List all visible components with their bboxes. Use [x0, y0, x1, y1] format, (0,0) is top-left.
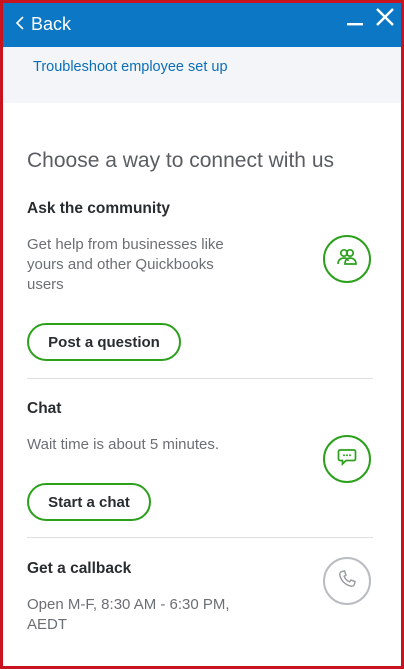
- callback-desc-line-2: AEDT: [27, 616, 68, 633]
- window-controls: [347, 7, 395, 32]
- callback-desc-line-1: Open M-F, 8:30 AM - 6:30 PM,: [27, 596, 230, 613]
- page-title: Choose a way to connect with us: [27, 149, 335, 172]
- start-chat-label: Start a chat: [48, 493, 130, 511]
- start-chat-button[interactable]: Start a chat: [27, 483, 151, 521]
- chat-description: Wait time is about 5 minutes.: [27, 436, 220, 453]
- close-icon: [375, 7, 395, 32]
- chat-section: Chat: [27, 400, 373, 418]
- minimize-button[interactable]: [347, 7, 363, 32]
- callback-section: Get a callback: [27, 560, 373, 578]
- community-button-icon[interactable]: [323, 235, 371, 283]
- chat-bubble-icon: [337, 448, 357, 471]
- divider: [27, 378, 373, 379]
- chevron-left-icon: [15, 14, 25, 35]
- callback-description: Open M-F, 8:30 AM - 6:30 PM, AEDT: [27, 595, 373, 635]
- community-section: Ask the community: [27, 200, 373, 218]
- community-desc-line-1: Get help from businesses like: [27, 236, 224, 253]
- community-title: Ask the community: [27, 200, 170, 217]
- divider: [27, 537, 373, 538]
- callback-button-icon[interactable]: [323, 557, 371, 605]
- post-question-label: Post a question: [48, 333, 160, 351]
- chat-description-wrap: Wait time is about 5 minutes.: [27, 435, 373, 455]
- callback-title: Get a callback: [27, 560, 132, 577]
- troubleshoot-link[interactable]: Troubleshoot employee set up: [33, 59, 228, 75]
- header-bar: Back: [3, 3, 401, 47]
- close-button[interactable]: [375, 7, 395, 32]
- post-question-button[interactable]: Post a question: [27, 323, 181, 361]
- minimize-icon: [347, 7, 363, 32]
- community-desc-line-2: yours and other Quickbooks: [27, 256, 214, 273]
- community-description: Get help from businesses like yours and …: [27, 235, 373, 295]
- top-link-area: Troubleshoot employee set up: [3, 47, 401, 103]
- chat-title: Chat: [27, 400, 62, 417]
- community-desc-line-3: users: [27, 276, 64, 293]
- people-icon: [336, 247, 358, 272]
- chat-button-icon[interactable]: [323, 435, 371, 483]
- back-label: Back: [31, 13, 72, 34]
- help-panel-window: Back Troubleshoot employee set up Choose…: [0, 0, 404, 669]
- phone-icon: [337, 569, 357, 594]
- back-button[interactable]: Back: [15, 11, 71, 37]
